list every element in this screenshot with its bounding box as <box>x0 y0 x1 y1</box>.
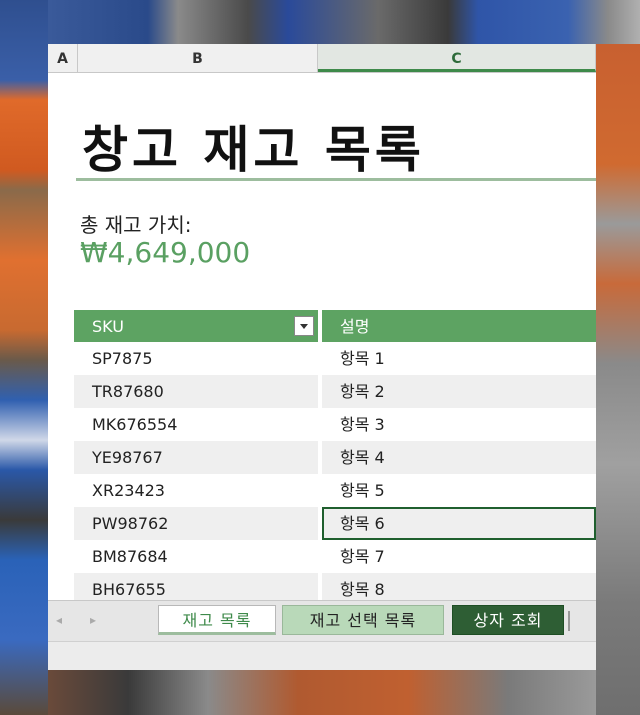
description-cell-selected[interactable]: 항목 6 <box>322 507 596 540</box>
tab-prev-icon[interactable]: ◂ <box>56 613 62 627</box>
description-cell[interactable]: 항목 5 <box>322 474 596 507</box>
sku-cell[interactable]: YE98767 <box>74 441 318 474</box>
spreadsheet-window: A B C 창고 재고 목록 총 재고 가치: ₩4,649,000 SKU 설… <box>48 44 596 670</box>
column-header-a[interactable]: A <box>48 44 78 72</box>
tab-bin-lookup[interactable]: 상자 조회 <box>452 605 564 635</box>
sheet-tab-bar: ◂ ▸ 재고 목록 재고 선택 목록 상자 조회 <box>48 600 596 641</box>
sku-cell[interactable]: XR23423 <box>74 474 318 507</box>
background-floor <box>48 670 596 715</box>
column-header-c[interactable]: C <box>318 44 596 72</box>
column-header-sku-label: SKU <box>92 317 124 336</box>
table-header-row: SKU 설명 <box>74 310 596 342</box>
sku-cell[interactable]: PW98762 <box>74 507 318 540</box>
description-cell[interactable]: 항목 1 <box>322 342 596 375</box>
background-shelf-top <box>48 0 640 44</box>
filter-dropdown-icon[interactable] <box>294 316 314 336</box>
inventory-table: SKU 설명 SP7875 항목 1 TR87680 항목 2 MK676554… <box>74 310 596 606</box>
table-row: TR87680 항목 2 <box>74 375 596 408</box>
tab-inventory-pick-list[interactable]: 재고 선택 목록 <box>282 605 444 635</box>
tab-scroll-handle[interactable] <box>568 611 570 631</box>
tab-next-icon[interactable]: ▸ <box>90 613 96 627</box>
description-cell[interactable]: 항목 3 <box>322 408 596 441</box>
total-value-amount[interactable]: ₩4,649,000 <box>80 236 250 269</box>
column-header-sku[interactable]: SKU <box>74 310 318 342</box>
sku-cell[interactable]: BM87684 <box>74 540 318 573</box>
title-divider <box>76 178 596 181</box>
description-cell[interactable]: 항목 4 <box>322 441 596 474</box>
sku-cell[interactable]: MK676554 <box>74 408 318 441</box>
status-bar <box>48 641 596 670</box>
table-row: YE98767 항목 4 <box>74 441 596 474</box>
sku-cell[interactable]: SP7875 <box>74 342 318 375</box>
sheet-title[interactable]: 창고 재고 목록 <box>82 110 425 182</box>
description-cell[interactable]: 항목 7 <box>322 540 596 573</box>
column-header-b[interactable]: B <box>78 44 318 72</box>
column-header-bar: A B C <box>48 44 596 73</box>
table-row: SP7875 항목 1 <box>74 342 596 375</box>
background-shelf-left <box>0 0 48 715</box>
sku-cell[interactable]: TR87680 <box>74 375 318 408</box>
tab-inventory-list[interactable]: 재고 목록 <box>158 605 276 635</box>
table-row: PW98762 항목 6 <box>74 507 596 540</box>
table-row: XR23423 항목 5 <box>74 474 596 507</box>
description-cell[interactable]: 항목 2 <box>322 375 596 408</box>
table-row: MK676554 항목 3 <box>74 408 596 441</box>
table-row: BM87684 항목 7 <box>74 540 596 573</box>
background-shelf-right <box>596 44 640 715</box>
column-header-description[interactable]: 설명 <box>322 310 596 342</box>
total-value-label[interactable]: 총 재고 가치: <box>80 209 191 238</box>
